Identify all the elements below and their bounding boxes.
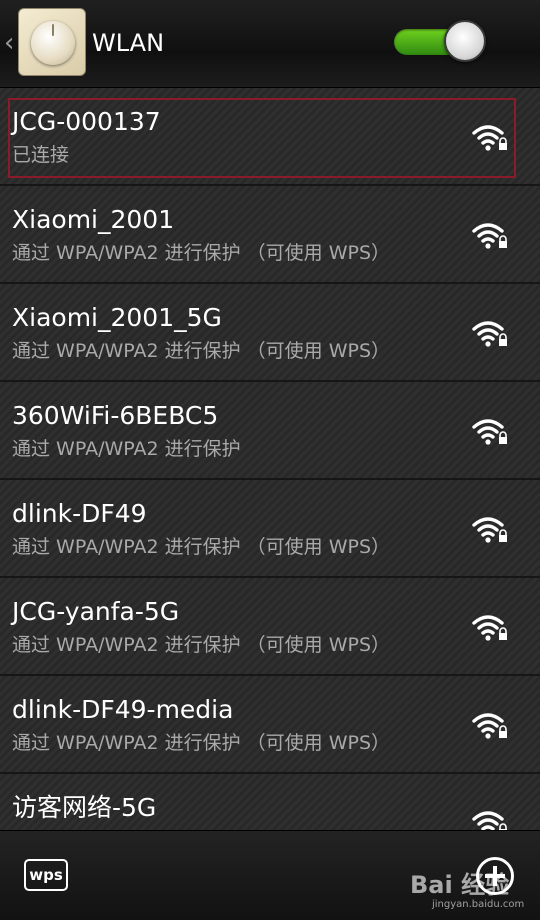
network-name: 360WiFi-6BEBC5 [12,401,219,430]
wifi-locked-icon [472,614,508,642]
network-name: 访客网络-5G [12,793,157,822]
knob-icon [31,21,75,65]
network-status: 通过 WPA/WPA2 进行保护 （可使用 WPS） [12,536,391,558]
network-name: Xiaomi_2001_5G [12,303,222,332]
network-status: 通过 WPA/WPA2 进行保护 （可使用 WPS） [12,340,391,362]
network-row[interactable]: 360WiFi-6BEBC5 通过 WPA/WPA2 进行保护 [0,382,540,480]
add-network-icon[interactable] [476,857,514,895]
network-row[interactable]: 访客网络-5G [0,774,540,830]
settings-knob-icon[interactable] [18,8,86,76]
wifi-locked-icon [472,516,508,544]
network-row[interactable]: dlink-DF49 通过 WPA/WPA2 进行保护 （可使用 WPS） [0,480,540,578]
network-status: 通过 WPA/WPA2 进行保护 （可使用 WPS） [12,242,391,264]
network-name: Xiaomi_2001 [12,205,175,234]
network-name: JCG-000137 [12,107,161,136]
wps-button[interactable]: wps [24,859,68,891]
watermark-logo: Bai 经验 jingyan.baidu.com [410,871,534,915]
network-list: JCG-000137 已连接 Xiaomi_2001 通过 WPA/WPA2 进行保护… [0,88,540,830]
page-title: WLAN [92,29,165,57]
wlan-toggle[interactable] [394,20,488,64]
toggle-thumb[interactable] [444,20,486,62]
back-chevron-icon[interactable]: ‹ [4,28,14,58]
wifi-locked-icon [472,712,508,740]
watermark-brand: Bai 经验 [410,871,510,899]
network-status: 通过 WPA/WPA2 进行保护 [12,438,241,460]
network-status: 通过 WPA/WPA2 进行保护 （可使用 WPS） [12,634,391,656]
network-row[interactable]: dlink-DF49-media 通过 WPA/WPA2 进行保护 （可使用 WP… [0,676,540,774]
network-name: dlink-DF49-media [12,695,234,724]
network-name: JCG-yanfa-5G [12,597,180,626]
network-status: 已连接 [12,144,70,166]
wifi-locked-icon [472,810,508,830]
wlan-settings-screen: ‹ WLAN JCG-000137 已连接 Xiaomi_2001 通过 WPA/WP… [0,0,540,920]
wifi-locked-icon [472,222,508,250]
watermark-domain: jingyan.baidu.com [432,899,525,910]
network-name: dlink-DF49 [12,499,147,528]
network-status: 通过 WPA/WPA2 进行保护 （可使用 WPS） [12,732,391,754]
wifi-locked-icon [472,418,508,446]
network-row[interactable]: Xiaomi_2001_5G 通过 WPA/WPA2 进行保护 （可使用 WPS） [0,284,540,382]
network-row[interactable]: JCG-000137 已连接 [0,88,540,186]
header-bar: ‹ WLAN [0,0,540,88]
wifi-locked-icon [472,320,508,348]
network-row[interactable]: JCG-yanfa-5G 通过 WPA/WPA2 进行保护 （可使用 WPS） [0,578,540,676]
network-row[interactable]: Xiaomi_2001 通过 WPA/WPA2 进行保护 （可使用 WPS） [0,186,540,284]
bottom-action-bar: wps Bai 经验 jingyan.baidu.com [0,830,540,920]
wifi-locked-icon [472,124,508,152]
